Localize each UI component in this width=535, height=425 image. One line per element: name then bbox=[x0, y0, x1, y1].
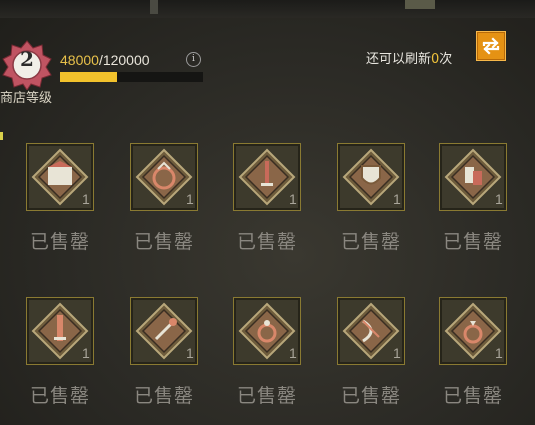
side-marker bbox=[0, 132, 3, 140]
item-quantity: 1 bbox=[82, 191, 90, 207]
sword-icon bbox=[31, 302, 89, 360]
refresh-button[interactable] bbox=[476, 31, 506, 61]
bow-icon bbox=[342, 302, 400, 360]
shop-level-number: 2 bbox=[20, 47, 34, 71]
experience-max: 120000 bbox=[102, 52, 150, 68]
item-quantity: 1 bbox=[393, 345, 401, 361]
sold-out-label: 已售罄 bbox=[134, 231, 195, 253]
sold-out-label: 已售罄 bbox=[341, 231, 402, 253]
ring-icon bbox=[238, 302, 296, 360]
refresh-remaining-text: 还可以刷新0次 bbox=[366, 48, 452, 67]
item-quantity: 1 bbox=[495, 345, 503, 361]
ring-gem-icon bbox=[444, 302, 502, 360]
refresh-icon bbox=[482, 37, 500, 55]
experience-bar-fill bbox=[60, 72, 117, 82]
top-bar bbox=[0, 0, 535, 18]
dagger-icon bbox=[238, 148, 296, 206]
item-quantity: 1 bbox=[186, 345, 194, 361]
refresh-prefix: 还可以刷新 bbox=[366, 52, 432, 67]
sold-out-label: 已售罄 bbox=[30, 231, 91, 253]
item-quantity: 1 bbox=[289, 345, 297, 361]
item-quantity: 1 bbox=[495, 191, 503, 207]
chest-armor-icon bbox=[31, 148, 89, 206]
shop-item-card[interactable]: 1 已售罄 bbox=[130, 143, 204, 253]
item-quantity: 1 bbox=[393, 191, 401, 207]
refresh-suffix: 次 bbox=[439, 52, 453, 67]
shield-icon bbox=[342, 148, 400, 206]
top-decoration bbox=[150, 0, 158, 14]
experience-text: 48000/120000 bbox=[60, 52, 150, 68]
sold-out-label: 已售罄 bbox=[341, 385, 402, 407]
round-amulet-icon bbox=[135, 148, 193, 206]
gloves-icon bbox=[444, 148, 502, 206]
shop-item-card[interactable]: 1 已售罄 bbox=[233, 297, 307, 407]
sold-out-label: 已售罄 bbox=[237, 385, 298, 407]
sold-out-label: 已售罄 bbox=[237, 231, 298, 253]
item-quantity: 1 bbox=[289, 191, 297, 207]
sold-out-label: 已售罄 bbox=[443, 231, 504, 253]
top-decoration bbox=[405, 0, 435, 9]
shop-item-card[interactable]: 1 已售罄 bbox=[337, 143, 411, 253]
key-icon bbox=[135, 302, 193, 360]
shop-item-card[interactable]: 1 已售罄 bbox=[233, 143, 307, 253]
shop-level-label: 商店等级 bbox=[0, 91, 53, 106]
shop-item-card[interactable]: 1 已售罄 bbox=[439, 297, 513, 407]
sold-out-label: 已售罄 bbox=[443, 385, 504, 407]
shop-item-card[interactable]: 1 已售罄 bbox=[130, 297, 204, 407]
sold-out-label: 已售罄 bbox=[134, 385, 195, 407]
sold-out-label: 已售罄 bbox=[30, 385, 91, 407]
experience-bar bbox=[60, 72, 203, 82]
experience-current: 48000 bbox=[60, 52, 99, 68]
shop-item-card[interactable]: 1 已售罄 bbox=[337, 297, 411, 407]
shop-item-card[interactable]: 1 已售罄 bbox=[26, 143, 100, 253]
shop-item-card[interactable]: 1 已售罄 bbox=[26, 297, 100, 407]
item-quantity: 1 bbox=[186, 191, 194, 207]
shop-item-card[interactable]: 1 已售罄 bbox=[439, 143, 513, 253]
item-quantity: 1 bbox=[82, 345, 90, 361]
info-icon[interactable]: i bbox=[186, 52, 201, 67]
